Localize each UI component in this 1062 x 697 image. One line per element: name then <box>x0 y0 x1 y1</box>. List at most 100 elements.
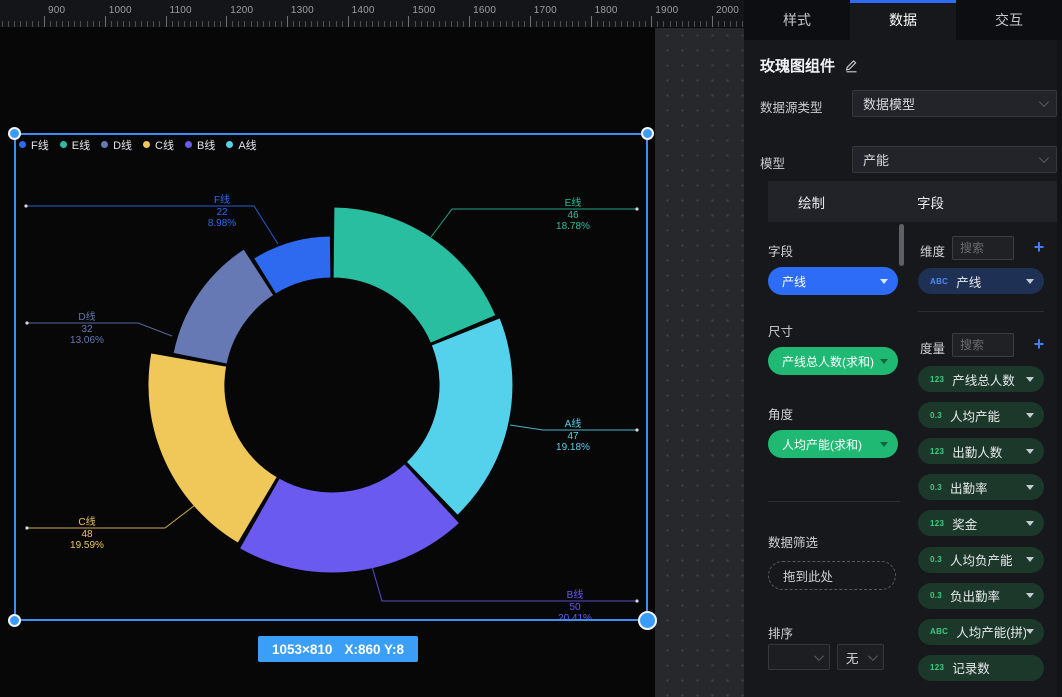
field-pill-人均产能[interactable]: 0.3人均产能 <box>918 402 1044 428</box>
ruler-tick <box>26 21 27 27</box>
model-select[interactable]: 产能 <box>852 146 1057 173</box>
resize-handle-top-right[interactable] <box>641 127 654 140</box>
ruler-tick <box>615 21 616 27</box>
field-pill-出勤人数[interactable]: 123出勤人数 <box>918 438 1044 464</box>
resize-handle-bottom-left[interactable] <box>8 614 21 627</box>
angle-pill[interactable]: 人均产能(求和) <box>768 430 898 458</box>
ruler-tick <box>311 21 312 27</box>
component-title: 玫瑰图组件 <box>760 55 835 76</box>
ruler-tick <box>469 16 470 27</box>
tab-draw[interactable]: 绘制 <box>798 181 825 222</box>
slice-label-percent: 19.18% <box>556 442 590 453</box>
ruler-tick <box>281 21 282 27</box>
panel-tab-样式[interactable]: 样式 <box>744 0 850 40</box>
ruler-tick <box>74 21 75 27</box>
column-scrollbar[interactable] <box>899 224 904 266</box>
field-pill-出勤率[interactable]: 0.3出勤率 <box>918 474 1044 500</box>
legend-label: A线 <box>238 137 256 153</box>
ruler-tick <box>682 21 683 27</box>
ruler-tick <box>670 21 671 27</box>
ruler-tick <box>633 21 634 27</box>
sort-field-select[interactable] <box>768 644 830 670</box>
sort-order-select[interactable]: 无 <box>837 644 884 670</box>
measure-search-input[interactable] <box>952 333 1014 357</box>
panel-tab-数据[interactable]: 数据 <box>850 0 956 40</box>
edit-pencil-icon[interactable] <box>844 58 859 73</box>
ruler-tick <box>226 16 227 27</box>
field-pill-产线[interactable]: ABC产线 <box>918 268 1044 294</box>
rose-slice-E线[interactable] <box>333 207 496 343</box>
label-leader-line <box>431 209 637 237</box>
divider <box>918 311 1044 312</box>
measure-label: 度量 <box>920 338 945 357</box>
ruler-tick <box>196 21 197 27</box>
field-pill-人均产能(拼)[interactable]: ABC人均产能(拼) <box>918 619 1044 645</box>
field-pill[interactable]: 产线 <box>768 267 898 295</box>
slice-label-value: 50 <box>569 602 581 613</box>
ruler-unit-label: 1200 <box>230 5 253 16</box>
ruler-tick <box>129 21 130 27</box>
horizontal-ruler[interactable]: 9001000110012001300140015001600170018001… <box>0 0 744 28</box>
panel-tab-交互[interactable]: 交互 <box>956 0 1062 40</box>
rose-chart-component[interactable]: E线4618.78%A线4719.18%B线5020.41%C线4819.59%… <box>0 28 655 697</box>
ruler-tick <box>603 21 604 27</box>
filter-dropzone[interactable]: 拖到此处 <box>768 561 896 590</box>
ruler-tick <box>317 21 318 27</box>
field-pill-产线总人数[interactable]: 123产线总人数 <box>918 366 1044 392</box>
ruler-tick <box>463 21 464 27</box>
legend-item[interactable]: A线 <box>226 137 256 153</box>
label-leader-dot <box>24 204 27 207</box>
settings-panel: 样式数据交互 玫瑰图组件 数据源类型 数据模型 模型 产能 绘制 字段 字段 产… <box>744 0 1062 697</box>
ruler-unit-label: 1500 <box>412 5 435 16</box>
datasource-type-value: 数据模型 <box>863 94 915 113</box>
ruler-tick <box>724 21 725 27</box>
ruler-tick <box>421 21 422 27</box>
field-pill-人均负产能[interactable]: 0.3人均负产能 <box>918 547 1044 573</box>
dimension-search-input[interactable] <box>952 236 1014 260</box>
ruler-tick <box>621 21 622 27</box>
ruler-tick <box>2 21 3 27</box>
rose-slice-C线[interactable] <box>148 353 277 543</box>
field-name: 产线 <box>956 272 981 291</box>
field-type-badge: 123 <box>930 663 944 672</box>
resize-handle-top-left[interactable] <box>8 127 21 140</box>
ruler-tick <box>451 21 452 27</box>
chevron-down-icon <box>868 651 878 661</box>
ruler-tick <box>402 21 403 27</box>
field-type-badge: 123 <box>930 375 944 384</box>
ruler-tick <box>20 21 21 27</box>
legend-item[interactable]: E线 <box>60 137 90 153</box>
ruler-tick <box>141 21 142 27</box>
chevron-down-icon <box>814 651 824 661</box>
resize-handle-bottom-right[interactable] <box>638 611 657 630</box>
chevron-down-icon <box>1039 153 1049 163</box>
ruler-tick <box>287 16 288 27</box>
add-dimension-button[interactable]: + <box>1031 240 1047 256</box>
label-leader-line <box>371 563 637 601</box>
field-name: 人均产能(拼) <box>956 622 1026 641</box>
size-pill[interactable]: 产线总人数(求和) <box>768 347 898 375</box>
tab-fields[interactable]: 字段 <box>917 181 944 222</box>
field-pill-负出勤率[interactable]: 0.3负出勤率 <box>918 583 1044 609</box>
legend-item[interactable]: B线 <box>185 137 215 153</box>
legend-item[interactable]: D线 <box>101 137 132 153</box>
ruler-tick <box>712 16 713 27</box>
ruler-tick <box>487 21 488 27</box>
field-name: 出勤人数 <box>952 442 1002 461</box>
add-measure-button[interactable]: + <box>1031 337 1047 353</box>
ruler-tick <box>263 21 264 27</box>
field-pill-记录数[interactable]: 123记录数 <box>918 655 1044 681</box>
sort-order-value: 无 <box>846 648 859 667</box>
dropdown-triangle-icon <box>1026 279 1034 284</box>
legend-item[interactable]: F线 <box>19 137 49 153</box>
legend-item[interactable]: C线 <box>143 137 174 153</box>
panel-scrollbar-track[interactable] <box>1057 40 1062 697</box>
datasource-type-select[interactable]: 数据模型 <box>852 90 1057 117</box>
ruler-tick <box>639 21 640 27</box>
field-pill-奖金[interactable]: 123奖金 <box>918 510 1044 536</box>
legend-label: E线 <box>72 137 90 153</box>
ruler-tick <box>329 21 330 27</box>
slice-label-name: C线 <box>78 515 95 528</box>
slice-label-value: 48 <box>81 529 93 540</box>
ruler-tick <box>372 21 373 27</box>
